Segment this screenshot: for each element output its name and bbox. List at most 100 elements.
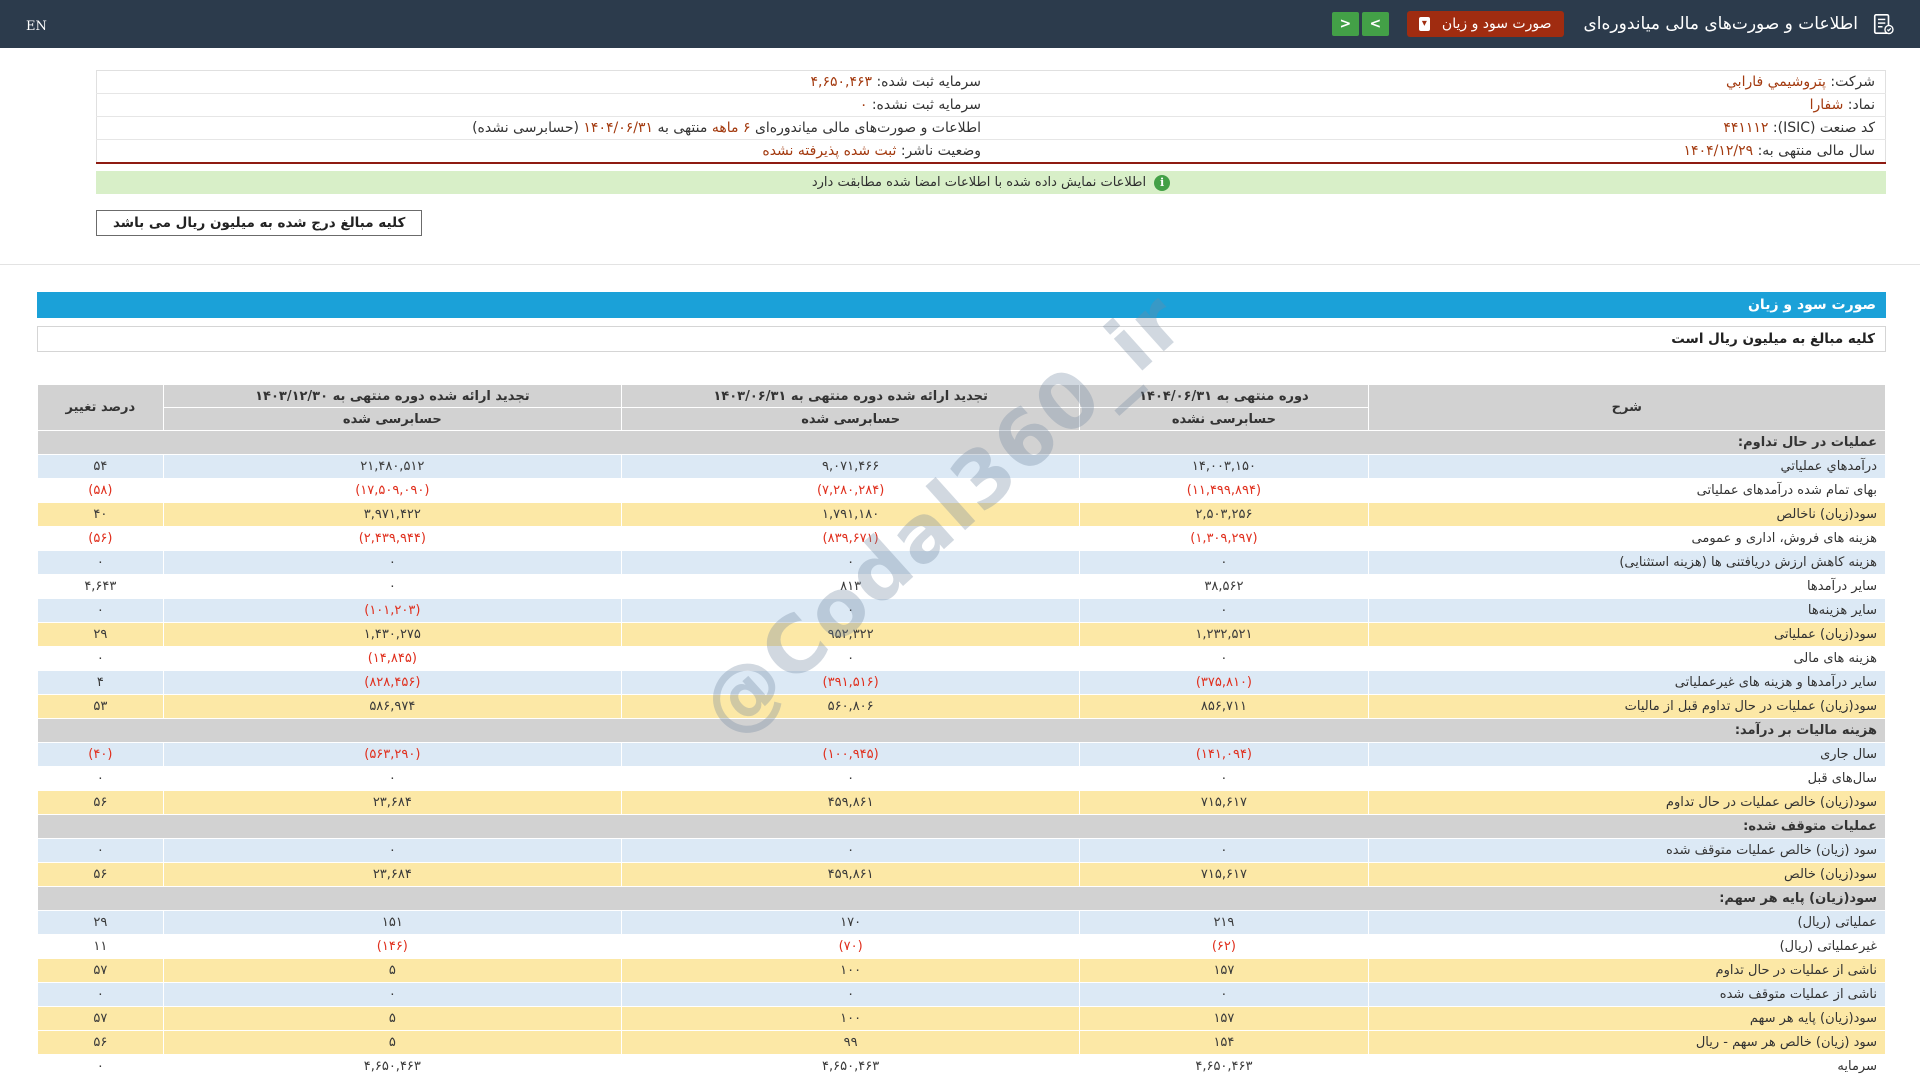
value-v1: ۷۱۵,۶۱۷ [1079, 790, 1369, 815]
value-v2: ۰ [620, 766, 1081, 791]
value-pct: (۵۸) [37, 478, 164, 503]
value-pct: ۱۱ [37, 934, 164, 959]
value-v2: ۴۵۹,۸۶۱ [620, 862, 1081, 887]
statement-row: سود (زیان) خالص هر سهم - ریال ۱۵۴ ۹۹ ۵ ۵۶ [37, 1030, 1887, 1055]
row-label: سایر درآمدها و هزینه های غیرعملیاتی [1367, 670, 1887, 695]
column-subheader-audited-1: حسابرسی شده [620, 407, 1081, 431]
column-subheader-unaudited: حسابرسی نشده [1079, 407, 1369, 431]
row-label: درآمدهاي عملياتي [1367, 454, 1887, 479]
info-cell-left: سرمایه ثبت نشده: ۰ [96, 93, 991, 117]
row-label: غیرعملیاتی (ریال) [1367, 934, 1887, 959]
value-pct: ۴ [37, 670, 164, 695]
row-label: سود(زیان) عملیاتی [1367, 622, 1887, 647]
prev-statement-button[interactable]: < [1331, 12, 1359, 36]
period-nav-buttons: > < [1331, 12, 1389, 36]
statement-type-dropdown[interactable]: صورت سود و زیان ▾ [1406, 11, 1564, 37]
info-label: اطلاعات و صورت‌های مالی میاندوره‌ای [754, 120, 981, 136]
value-v1: ۱۵۷ [1079, 958, 1369, 983]
row-label: سود (زیان) خالص عملیات متوقف شده [1367, 838, 1887, 863]
value-v2: ۹,۰۷۱,۴۶۶ [620, 454, 1081, 479]
column-header-description: شرح [1367, 384, 1887, 431]
value-v3: ۰ [162, 550, 622, 575]
row-label: سود (زیان) خالص هر سهم - ریال [1367, 1030, 1887, 1055]
section-row: عملیات در حال تداوم: [37, 430, 1886, 455]
topbar: اطلاعات و صورت‌های مالی میاندوره‌ای صورت… [0, 0, 1920, 48]
row-label: سود(زیان) عملیات در حال تداوم قبل از مال… [1367, 694, 1887, 719]
income-statement-table: شرح دوره منتهی به ۱۴۰۴/۰۶/۳۱ تجدید ارائه… [37, 384, 1887, 1079]
statement-row: ناشی از عملیات در حال تداوم ۱۵۷ ۱۰۰ ۵ ۵۷ [37, 958, 1887, 983]
info-cell-right: سال مالی منتهی به: ۱۴۰۴/۱۲/۲۹ [991, 139, 1886, 164]
value-v1: ۰ [1079, 838, 1369, 863]
info-cell-right: شرکت: پتروشيمي فارابي [991, 70, 1886, 94]
statement-row: غیرعملیاتی (ریال) (۶۲) (۷۰) (۱۴۶) ۱۱ [37, 934, 1887, 959]
value-pct: ۰ [37, 1054, 164, 1079]
info-row: سال مالی منتهی به: ۱۴۰۴/۱۲/۲۹ وضعیت ناشر:… [96, 139, 1886, 164]
value-v3: ۲۳,۶۸۴ [162, 790, 622, 815]
value-pct: ۵۷ [37, 958, 164, 983]
statement-row: هزینه کاهش ارزش دریافتنی ها (هزینه استثن… [37, 550, 1887, 575]
row-label: هزینه های مالی [1367, 646, 1887, 671]
row-label: سود(زیان) ناخالص [1367, 502, 1887, 527]
info-row: شرکت: پتروشيمي فارابي سرمایه ثبت شده: ۴,۶… [96, 70, 1886, 94]
value-v2: ۹۹ [620, 1030, 1081, 1055]
statement-row: سود(زیان) خالص عملیات در حال تداوم ۷۱۵,۶۱… [37, 790, 1887, 815]
value-v1: ۰ [1079, 766, 1369, 791]
value-pct: ۲۹ [37, 622, 164, 647]
chevron-down-icon: ▾ [1418, 17, 1430, 31]
statement-unit-note: کلیه مبالغ به میلیون ریال است [37, 326, 1886, 352]
value-v2: ۰ [620, 838, 1081, 863]
statement-row: سال جاری (۱۴۱,۰۹۴) (۱۰۰,۹۴۵) (۵۶۳,۲۹۰) (۴۰) [37, 742, 1887, 767]
info-label: وضعیت ناشر: [900, 143, 981, 159]
value-v3: ۳,۹۷۱,۴۲۲ [162, 502, 622, 527]
value-v2: ۴,۶۵۰,۴۶۳ [620, 1054, 1081, 1079]
value-pct: ۵۴ [37, 454, 164, 479]
value-v3: ۵۸۶,۹۷۴ [162, 694, 622, 719]
value-v1: ۸۵۶,۷۱۱ [1079, 694, 1369, 719]
info-cell-left: اطلاعات و صورت‌های مالی میاندوره‌ای ۶ ما… [96, 116, 991, 140]
statement-row: بهای تمام شده درآمدهای عملیاتی (۱۱,۴۹۹,۸۹… [37, 478, 1887, 503]
value-v2: ۱۰۰ [620, 1006, 1081, 1031]
value-v1: ۳۸,۵۶۲ [1079, 574, 1369, 599]
value-v1: ۴,۶۵۰,۴۶۳ [1079, 1054, 1369, 1079]
statement-row: هزینه های مالی ۰ ۰ (۱۴,۸۴۵) ۰ [37, 646, 1887, 671]
language-toggle-en[interactable]: EN [26, 19, 47, 34]
next-statement-button[interactable]: > [1361, 12, 1389, 36]
row-label: ناشی از عملیات در حال تداوم [1367, 958, 1887, 983]
value-pct: ۰ [37, 550, 164, 575]
value-pct: ۴۰ [37, 502, 164, 527]
section-label: عملیات متوقف شده: [37, 814, 1886, 839]
value-v3: ۵ [162, 958, 622, 983]
value-pct: ۵۶ [37, 1030, 164, 1055]
value-v1: (۶۲) [1079, 934, 1369, 959]
statement-table-head: شرح دوره منتهی به ۱۴۰۴/۰۶/۳۱ تجدید ارائه… [37, 384, 1887, 431]
value-v3: (۱۰۱,۲۰۳) [162, 598, 622, 623]
value-v2: ۰ [620, 982, 1081, 1007]
column-header-period-current: دوره منتهی به ۱۴۰۴/۰۶/۳۱ [1079, 384, 1369, 408]
section-label: سود(زیان) پایه هر سهم: [37, 886, 1886, 911]
value-v2: ۱۰۰ [620, 958, 1081, 983]
topbar-left-group: EN [26, 15, 47, 34]
info-label: شرکت: [1830, 74, 1875, 90]
value-v2: ۵۶۰,۸۰۶ [620, 694, 1081, 719]
signed-info-banner-text: اطلاعات نمایش داده شده با اطلاعات امضا ش… [811, 175, 1147, 190]
statement-row: سایر درآمدها و هزینه های غیرعملیاتی (۳۷۵,… [37, 670, 1887, 695]
column-subheader-audited-2: حسابرسی شده [162, 407, 622, 431]
info-row: کد صنعت (ISIC): ۴۴۱۱۱۲ اطلاعات و صورت‌های… [96, 116, 1886, 140]
topbar-right-group: اطلاعات و صورت‌های مالی میاندوره‌ای صورت… [1331, 11, 1894, 37]
value-v3: (۲,۴۳۹,۹۴۴) [162, 526, 622, 551]
value-v3: ۲۱,۴۸۰,۵۱۲ [162, 454, 622, 479]
page-title: اطلاعات و صورت‌های مالی میاندوره‌ای [1583, 14, 1859, 34]
info-value: ۴۴۱۱۱۲ [1723, 120, 1769, 136]
value-v3: ۰ [162, 766, 622, 791]
section-label: هزینه مالیات بر درآمد: [37, 718, 1886, 743]
value-v3: (۱۴۶) [162, 934, 622, 959]
row-label: سود(زیان) پایه هر سهم [1367, 1006, 1887, 1031]
statement-row: هزینه های فروش، اداری و عمومی (۱,۳۰۹,۲۹۷)… [37, 526, 1887, 551]
value-v3: ۵ [162, 1030, 622, 1055]
value-v2: ۱,۷۹۱,۱۸۰ [620, 502, 1081, 527]
income-statement-section: صورت سود و زیان کلیه مبالغ به میلیون ریا… [37, 292, 1887, 1079]
info-value-part: ۶ ماهه [711, 120, 751, 136]
value-pct: ۰ [37, 982, 164, 1007]
value-v1: (۳۷۵,۸۱۰) [1079, 670, 1369, 695]
value-v1: ۰ [1079, 550, 1369, 575]
